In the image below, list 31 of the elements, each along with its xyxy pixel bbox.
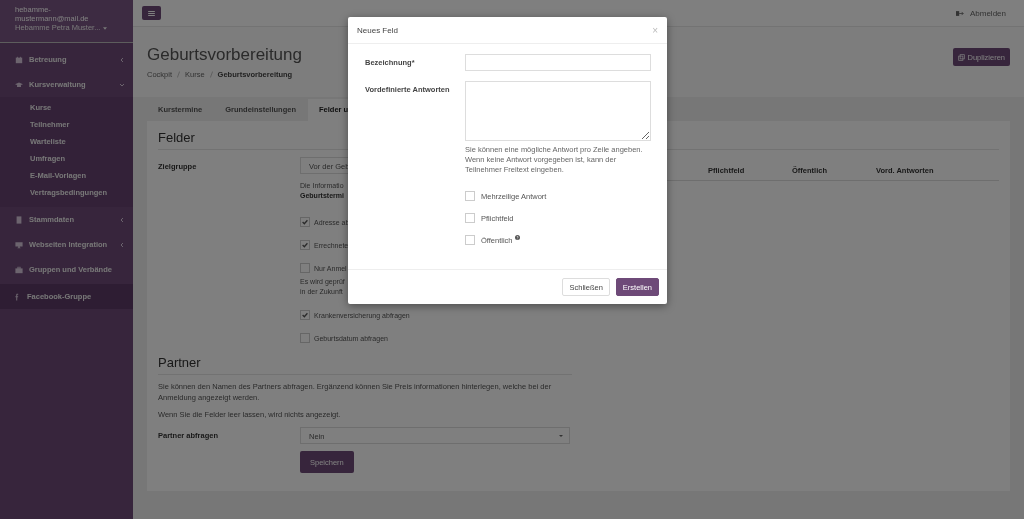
answers-textarea[interactable]: [465, 81, 651, 141]
chevron-icon: [119, 216, 125, 223]
chevron-icon: [119, 241, 125, 248]
menu-icon: [148, 10, 155, 16]
checkbox[interactable]: [300, 217, 310, 227]
checkbox[interactable]: [300, 240, 310, 250]
checkbox[interactable]: [465, 191, 475, 201]
page-title: Geburtsvorbereitung: [147, 45, 302, 65]
dialog-title: Neues Feld: [357, 25, 399, 35]
briefcase-icon: [15, 265, 23, 274]
calendar-icon: [15, 55, 23, 64]
checkbox[interactable]: [300, 263, 310, 273]
checkbox[interactable]: [300, 310, 310, 320]
close-button[interactable]: ×: [652, 24, 658, 36]
copy-icon: [958, 53, 966, 61]
facebook-icon: [13, 292, 21, 301]
logout-icon: [955, 9, 964, 17]
checkbox[interactable]: [465, 213, 475, 223]
logout-link[interactable]: Abmelden: [969, 8, 1006, 18]
section-heading: Partner: [158, 355, 572, 375]
building-icon: [15, 215, 23, 224]
menu-button[interactable]: [142, 6, 161, 20]
chevron-icon: [119, 81, 125, 88]
caret-icon: [103, 26, 108, 30]
checkbox[interactable]: [300, 333, 310, 343]
graduation-cap-icon: [15, 80, 23, 89]
caret-icon: [559, 435, 563, 437]
chevron-icon: [119, 56, 125, 63]
checkbox[interactable]: [465, 235, 475, 245]
monitor-icon: [15, 240, 23, 249]
name-input[interactable]: [465, 54, 651, 71]
